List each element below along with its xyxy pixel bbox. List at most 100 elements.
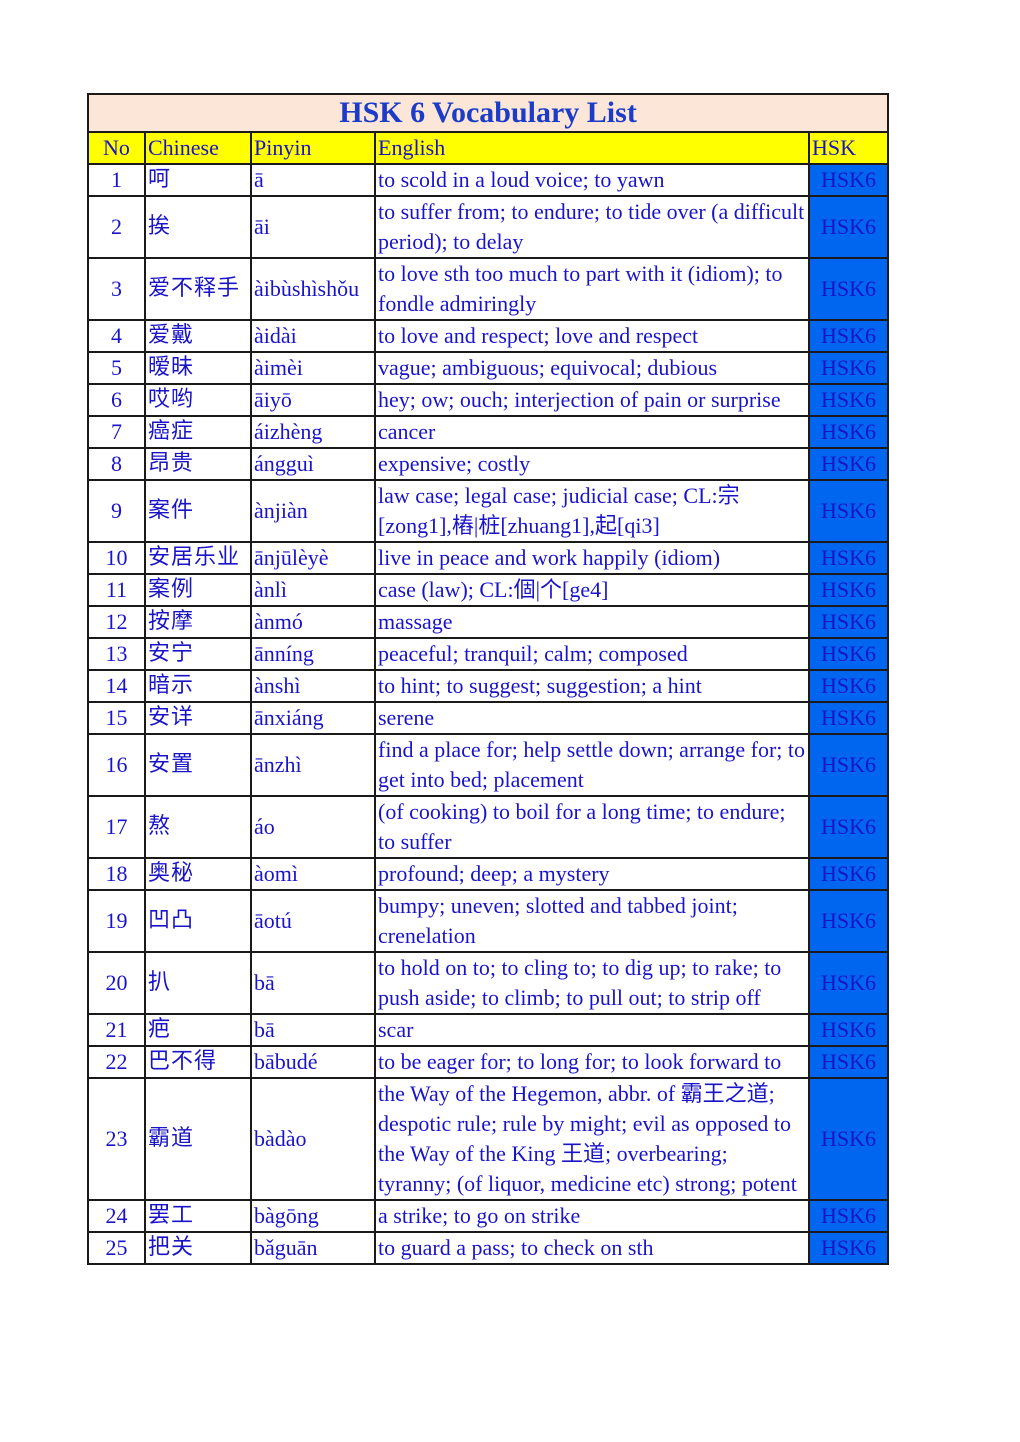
pinyin[interactable]: ānníng [250, 637, 376, 671]
english-definition[interactable]: to be eager for; to long for; to look fo… [374, 1045, 810, 1079]
column-header-english[interactable]: English [374, 131, 810, 165]
chinese-word[interactable]: 安置 [144, 733, 252, 797]
chinese-word[interactable]: 熬 [144, 795, 252, 859]
row-number[interactable]: 8 [87, 447, 146, 481]
hsk-level-badge[interactable]: HSK6 [807, 701, 890, 735]
chinese-word[interactable]: 哎哟 [144, 383, 252, 417]
row-number[interactable]: 25 [87, 1231, 146, 1265]
chinese-word[interactable]: 暧昧 [144, 351, 252, 385]
english-definition[interactable]: cancer [374, 415, 810, 449]
column-header-pinyin[interactable]: Pinyin [250, 131, 376, 165]
hsk-level-badge[interactable]: HSK6 [807, 1231, 890, 1265]
hsk-level-badge[interactable]: HSK6 [807, 351, 890, 385]
column-header-no[interactable]: No [87, 131, 146, 165]
hsk-level-badge[interactable]: HSK6 [807, 637, 890, 671]
english-definition[interactable]: a strike; to go on strike [374, 1199, 810, 1233]
row-number[interactable]: 12 [87, 605, 146, 639]
hsk-level-badge[interactable]: HSK6 [807, 1045, 890, 1079]
row-number[interactable]: 17 [87, 795, 146, 859]
hsk-level-badge[interactable]: HSK6 [807, 733, 890, 797]
hsk-level-badge[interactable]: HSK6 [807, 415, 890, 449]
hsk-level-badge[interactable]: HSK6 [807, 573, 890, 607]
pinyin[interactable]: áizhèng [250, 415, 376, 449]
english-definition[interactable]: scar [374, 1013, 810, 1047]
chinese-word[interactable]: 按摩 [144, 605, 252, 639]
chinese-word[interactable]: 扒 [144, 951, 252, 1015]
chinese-word[interactable]: 安居乐业 [144, 541, 252, 575]
chinese-word[interactable]: 暗示 [144, 669, 252, 703]
column-header-hsk[interactable]: HSK [807, 131, 890, 165]
chinese-word[interactable]: 呵 [144, 163, 252, 197]
chinese-word[interactable]: 巴不得 [144, 1045, 252, 1079]
hsk-level-badge[interactable]: HSK6 [807, 1013, 890, 1047]
pinyin[interactable]: bā [250, 1013, 376, 1047]
pinyin[interactable]: ānzhì [250, 733, 376, 797]
chinese-word[interactable]: 安宁 [144, 637, 252, 671]
pinyin[interactable]: àidài [250, 319, 376, 353]
english-definition[interactable]: vague; ambiguous; equivocal; dubious [374, 351, 810, 385]
hsk-level-badge[interactable]: HSK6 [807, 163, 890, 197]
row-number[interactable]: 5 [87, 351, 146, 385]
row-number[interactable]: 4 [87, 319, 146, 353]
row-number[interactable]: 21 [87, 1013, 146, 1047]
hsk-level-badge[interactable]: HSK6 [807, 479, 890, 543]
chinese-word[interactable]: 案件 [144, 479, 252, 543]
english-definition[interactable]: to guard a pass; to check on sth [374, 1231, 810, 1265]
pinyin[interactable]: ànjiàn [250, 479, 376, 543]
pinyin[interactable]: bàgōng [250, 1199, 376, 1233]
english-definition[interactable]: to hint; to suggest; suggestion; a hint [374, 669, 810, 703]
english-definition[interactable]: peaceful; tranquil; calm; composed [374, 637, 810, 671]
english-definition[interactable]: live in peace and work happily (idiom) [374, 541, 810, 575]
chinese-word[interactable]: 爱不释手 [144, 257, 252, 321]
row-number[interactable]: 1 [87, 163, 146, 197]
column-header-chinese[interactable]: Chinese [144, 131, 252, 165]
english-definition[interactable]: massage [374, 605, 810, 639]
chinese-word[interactable]: 爱戴 [144, 319, 252, 353]
pinyin[interactable]: ānxiáng [250, 701, 376, 735]
english-definition[interactable]: hey; ow; ouch; interjection of pain or s… [374, 383, 810, 417]
pinyin[interactable]: bābudé [250, 1045, 376, 1079]
chinese-word[interactable]: 癌症 [144, 415, 252, 449]
hsk-level-badge[interactable]: HSK6 [807, 605, 890, 639]
row-number[interactable]: 22 [87, 1045, 146, 1079]
pinyin[interactable]: àimèi [250, 351, 376, 385]
hsk-level-badge[interactable]: HSK6 [807, 195, 890, 259]
pinyin[interactable]: àomì [250, 857, 376, 891]
pinyin[interactable]: ànmó [250, 605, 376, 639]
pinyin[interactable]: ānjūlèyè [250, 541, 376, 575]
chinese-word[interactable]: 奥秘 [144, 857, 252, 891]
row-number[interactable]: 19 [87, 889, 146, 953]
pinyin[interactable]: bā [250, 951, 376, 1015]
row-number[interactable]: 9 [87, 479, 146, 543]
english-definition[interactable]: the Way of the Hegemon, abbr. of 霸王之道; d… [374, 1077, 810, 1201]
hsk-level-badge[interactable]: HSK6 [807, 383, 890, 417]
hsk-level-badge[interactable]: HSK6 [807, 795, 890, 859]
chinese-word[interactable]: 案例 [144, 573, 252, 607]
chinese-word[interactable]: 挨 [144, 195, 252, 259]
chinese-word[interactable]: 凹凸 [144, 889, 252, 953]
row-number[interactable]: 15 [87, 701, 146, 735]
pinyin[interactable]: àibùshìshǒu [250, 257, 376, 321]
english-definition[interactable]: law case; legal case; judicial case; CL:… [374, 479, 810, 543]
row-number[interactable]: 6 [87, 383, 146, 417]
row-number[interactable]: 14 [87, 669, 146, 703]
row-number[interactable]: 7 [87, 415, 146, 449]
english-definition[interactable]: to hold on to; to cling to; to dig up; t… [374, 951, 810, 1015]
hsk-level-badge[interactable]: HSK6 [807, 319, 890, 353]
english-definition[interactable]: to suffer from; to endure; to tide over … [374, 195, 810, 259]
hsk-level-badge[interactable]: HSK6 [807, 541, 890, 575]
chinese-word[interactable]: 疤 [144, 1013, 252, 1047]
pinyin[interactable]: ànlì [250, 573, 376, 607]
hsk-level-badge[interactable]: HSK6 [807, 669, 890, 703]
hsk-level-badge[interactable]: HSK6 [807, 889, 890, 953]
pinyin[interactable]: áo [250, 795, 376, 859]
english-definition[interactable]: find a place for; help settle down; arra… [374, 733, 810, 797]
english-definition[interactable]: serene [374, 701, 810, 735]
pinyin[interactable]: āi [250, 195, 376, 259]
pinyin[interactable]: ànshì [250, 669, 376, 703]
english-definition[interactable]: case (law); CL:個|个[ge4] [374, 573, 810, 607]
chinese-word[interactable]: 把关 [144, 1231, 252, 1265]
hsk-level-badge[interactable]: HSK6 [807, 447, 890, 481]
english-definition[interactable]: to love sth too much to part with it (id… [374, 257, 810, 321]
row-number[interactable]: 16 [87, 733, 146, 797]
